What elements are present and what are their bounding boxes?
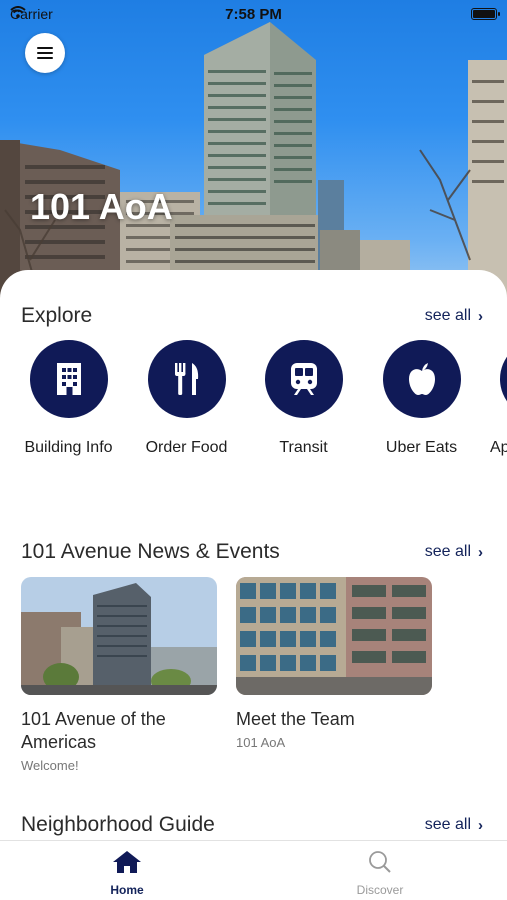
chevron-right-icon: › — [478, 816, 483, 834]
news-card-subtitle: 101 AoA — [236, 735, 286, 750]
news-card-image — [21, 577, 217, 695]
explore-item-order-food[interactable]: Order Food — [128, 340, 245, 457]
battery-icon — [471, 8, 500, 20]
home-icon — [113, 851, 141, 873]
hamburger-icon — [37, 47, 53, 60]
tab-bar: Home Discover — [0, 840, 507, 900]
news-card-image — [236, 577, 432, 695]
chevron-right-icon: › — [478, 543, 483, 561]
building-icon — [29, 340, 108, 418]
search-icon — [369, 851, 391, 873]
hero-building-image — [0, 22, 507, 300]
news-card-101-avenue[interactable]: 101 Avenue of the Americas Welcome! — [21, 577, 217, 773]
apple-icon — [382, 340, 461, 418]
explore-label-uber-eats: Uber Eats — [385, 439, 458, 456]
explore-label-partial: Ap — [490, 439, 507, 456]
explore-label-transit: Transit — [279, 439, 328, 456]
neighborhood-see-all-link[interactable]: see all › — [425, 816, 483, 834]
neighborhood-title: Neighborhood Guide — [21, 813, 215, 836]
chevron-right-icon: › — [478, 307, 483, 325]
menu-button[interactable] — [25, 33, 65, 73]
hero-banner: Carrier 7:58 PM 101 AoA — [0, 0, 507, 300]
news-card-meet-the-team[interactable]: Meet the Team 101 AoA — [236, 577, 432, 750]
tab-discover-label: Discover — [356, 883, 404, 897]
news-card-title: Meet the Team — [236, 709, 355, 729]
content-sheet: Explore see all › Building Info Order Fo… — [0, 270, 507, 840]
explore-carousel[interactable]: Building Info Order Food Transit Uber Ea… — [0, 340, 507, 460]
news-card-subtitle: Welcome! — [21, 758, 79, 773]
explore-item-transit[interactable]: Transit — [245, 340, 362, 457]
explore-label-building-info: Building Info — [24, 439, 113, 456]
news-header: 101 Avenue News & Events see all › — [21, 540, 483, 564]
see-all-label: see all — [424, 543, 471, 560]
news-title: 101 Avenue News & Events — [21, 540, 280, 563]
see-all-label: see all — [424, 307, 471, 324]
status-time: 7:58 PM — [225, 6, 282, 23]
building-title: 101 AoA — [30, 186, 173, 227]
tab-home-label: Home — [110, 883, 144, 897]
news-card-title: 101 Avenue of the Americas — [21, 709, 166, 752]
explore-item-building-info[interactable]: Building Info — [10, 340, 127, 457]
news-see-all-link[interactable]: see all › — [425, 543, 483, 561]
fork-knife-icon — [147, 340, 226, 418]
partial-icon — [499, 340, 507, 418]
explore-title: Explore — [21, 304, 93, 327]
status-bar: Carrier 7:58 PM — [0, 0, 507, 30]
explore-item-uber-eats[interactable]: Uber Eats — [363, 340, 480, 457]
tab-discover[interactable]: Discover — [320, 850, 440, 897]
tab-home[interactable]: Home — [67, 850, 187, 897]
explore-header: Explore see all › — [21, 304, 483, 328]
neighborhood-header: Neighborhood Guide see all › — [21, 813, 483, 837]
explore-item-partial[interactable]: Ap — [480, 340, 507, 457]
explore-label-order-food: Order Food — [145, 439, 228, 456]
explore-see-all-link[interactable]: see all › — [425, 307, 483, 325]
train-icon — [264, 340, 343, 418]
see-all-label: see all — [424, 816, 471, 833]
